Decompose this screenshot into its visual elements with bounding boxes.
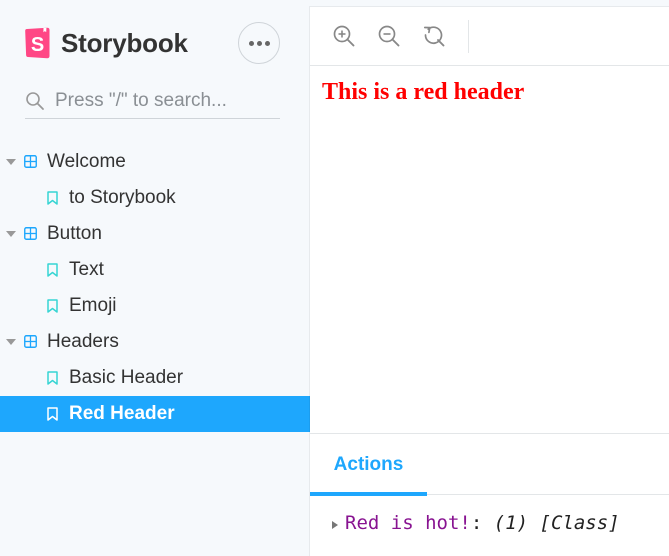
tree-group-welcome[interactable]: Welcome xyxy=(0,144,310,180)
addons-panel: Actions Red is hot!: (1) [Class] xyxy=(310,433,669,556)
storybook-logo-icon: S xyxy=(25,27,51,59)
tree-group-label: Headers xyxy=(47,331,119,352)
reset-zoom-icon[interactable] xyxy=(422,24,446,48)
bookmark-icon xyxy=(47,263,58,277)
story-preview: This is a red header xyxy=(310,67,669,433)
action-args: (1) [Class] xyxy=(493,512,620,534)
zoom-out-icon[interactable] xyxy=(377,24,401,48)
addon-tabs: Actions xyxy=(310,434,669,496)
action-name: Red is hot! xyxy=(345,512,471,534)
svg-text:S: S xyxy=(31,34,44,56)
tree-story-emoji[interactable]: Emoji xyxy=(0,288,310,324)
sidebar-menu-button[interactable] xyxy=(238,22,280,64)
tree-group-label: Welcome xyxy=(47,151,126,172)
tab-actions-label: Actions xyxy=(333,453,404,475)
tree-story-label: to Storybook xyxy=(69,187,176,208)
expand-triangle-icon[interactable] xyxy=(332,520,338,529)
red-header-text: This is a red header xyxy=(322,79,525,105)
zoom-in-icon[interactable] xyxy=(332,24,356,48)
component-icon xyxy=(24,155,37,168)
sidebar: S Storybook Welcome to Storybook Button xyxy=(0,0,310,556)
brand-name: Storybook xyxy=(61,27,188,58)
bookmark-icon xyxy=(47,191,58,205)
search-input[interactable] xyxy=(55,89,270,112)
brand[interactable]: S Storybook xyxy=(25,27,188,59)
search-icon xyxy=(26,91,44,110)
caret-down-icon[interactable] xyxy=(6,339,16,345)
toolbar-divider xyxy=(468,20,469,53)
tree-story-text[interactable]: Text xyxy=(0,252,310,288)
tree-group-label: Button xyxy=(47,223,102,244)
component-icon xyxy=(24,335,37,348)
bookmark-icon xyxy=(47,371,58,385)
tree-story-basic-header[interactable]: Basic Header xyxy=(0,360,310,396)
story-tree: Welcome to Storybook Button Text Emoji H… xyxy=(0,144,310,432)
tree-story-label: Basic Header xyxy=(69,367,184,388)
caret-down-icon[interactable] xyxy=(6,159,16,165)
caret-down-icon[interactable] xyxy=(6,231,16,237)
action-log-entry[interactable]: Red is hot!: (1) [Class] xyxy=(332,512,620,534)
component-icon xyxy=(24,227,37,240)
ellipsis-icon xyxy=(248,40,270,46)
search-bar xyxy=(25,83,280,119)
canvas-panel: This is a red header Actions Red is hot!… xyxy=(310,7,669,556)
active-tab-indicator xyxy=(310,492,427,496)
tree-story-red-header[interactable]: Red Header xyxy=(0,396,310,432)
tree-story-to-storybook[interactable]: to Storybook xyxy=(0,180,310,216)
tree-story-label: Emoji xyxy=(69,295,117,316)
tree-story-label: Text xyxy=(69,259,104,280)
tab-actions[interactable]: Actions xyxy=(310,434,427,496)
tree-group-button[interactable]: Button xyxy=(0,216,310,252)
bookmark-icon xyxy=(47,299,58,313)
tree-group-headers[interactable]: Headers xyxy=(0,324,310,360)
canvas-toolbar xyxy=(310,7,669,66)
bookmark-icon xyxy=(47,407,58,421)
action-separator: : xyxy=(470,512,483,534)
tree-story-label: Red Header xyxy=(69,403,175,424)
